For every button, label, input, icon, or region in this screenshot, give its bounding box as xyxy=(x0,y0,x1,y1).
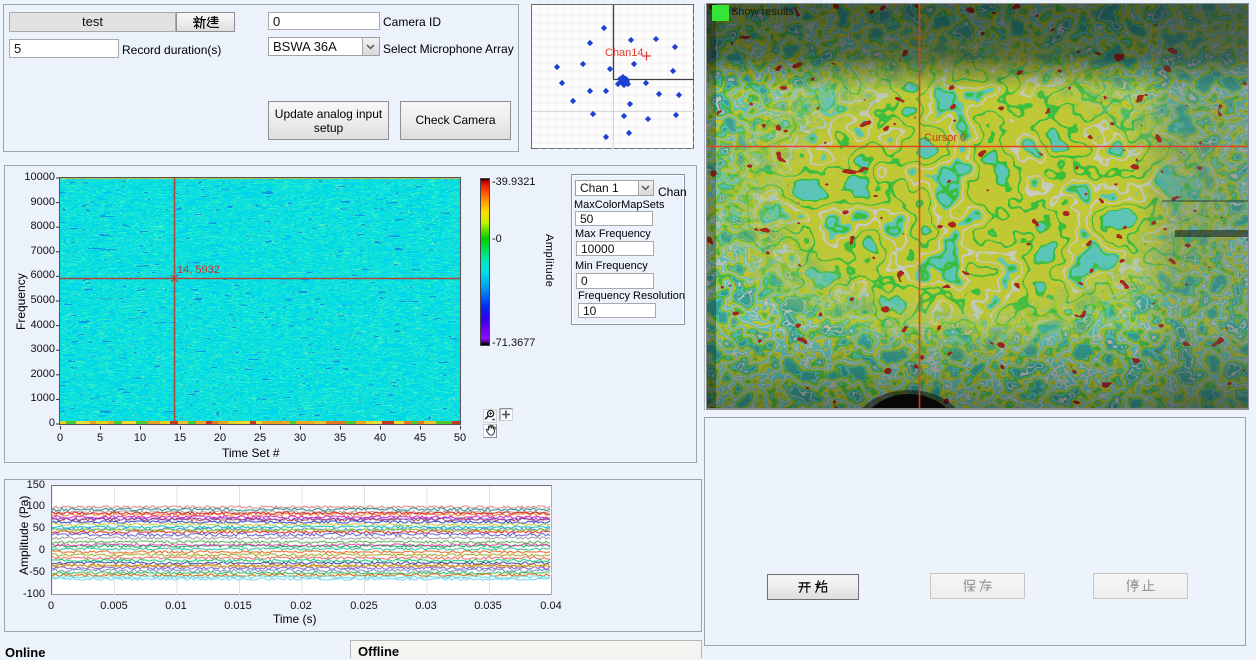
svg-text:Cursor 0: Cursor 0 xyxy=(924,132,966,144)
svg-text:Chan14: Chan14 xyxy=(605,47,644,59)
